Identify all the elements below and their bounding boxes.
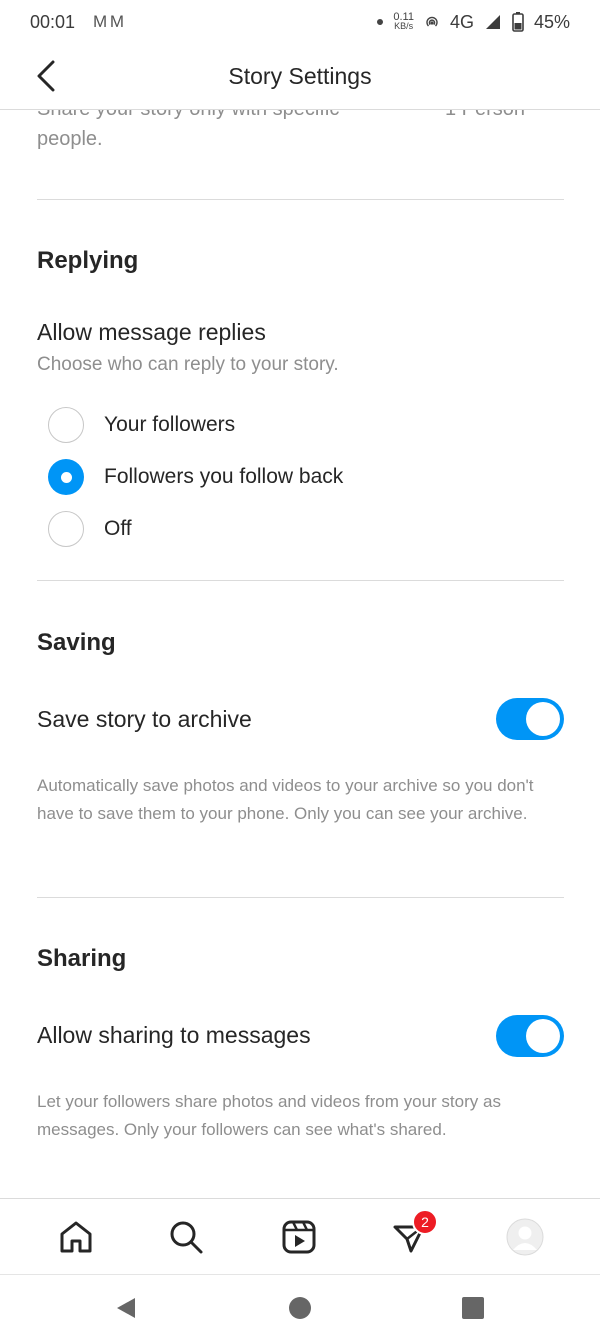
reels-icon	[282, 1220, 316, 1254]
radio-label: Your followers	[104, 413, 236, 436]
profile-avatar	[506, 1218, 544, 1256]
previous-setting-desc-tail: people.	[37, 128, 103, 150]
radio-label: Off	[104, 517, 132, 540]
toggle-knob	[526, 702, 560, 736]
allow-message-replies-title: Allow message replies	[37, 319, 266, 345]
home-icon	[60, 1221, 92, 1253]
nav-home[interactable]	[56, 1217, 96, 1257]
toggle-knob	[526, 1019, 560, 1053]
radio-label: Followers you follow back	[104, 465, 344, 488]
radio-button[interactable]	[48, 511, 84, 547]
allow-message-replies-subtitle: Choose who can reply to your story.	[37, 354, 339, 375]
square-recents-icon	[462, 1297, 484, 1319]
system-recents-button[interactable]	[460, 1295, 486, 1321]
status-bar: 00:01 M M 0.11 KB/s 4G 45%	[0, 0, 600, 44]
allow-sharing-description: Let your followers share photos and vide…	[37, 1092, 501, 1139]
hotspot-icon	[426, 16, 438, 27]
divider	[37, 580, 564, 581]
radio-button[interactable]	[48, 407, 84, 443]
circle-home-icon	[289, 1297, 311, 1319]
battery-level: 45%	[533, 11, 570, 32]
radio-button-selected[interactable]	[48, 459, 84, 495]
triangle-back-icon	[117, 1298, 135, 1318]
gmail-notification-icon: M M	[93, 12, 124, 31]
radio-option-followers-you-follow-back[interactable]: Followers you follow back	[48, 457, 343, 497]
notification-dot-icon	[377, 19, 384, 25]
system-back-button[interactable]	[113, 1295, 139, 1321]
previous-setting-desc-clipped: Share your story only with specific	[37, 110, 339, 121]
section-title-replying: Replying	[37, 247, 139, 274]
network-speed-unit: KB/s	[394, 21, 414, 31]
network-type: 4G	[449, 11, 474, 32]
radio-option-off[interactable]: Off	[48, 509, 132, 549]
nav-reels[interactable]	[279, 1217, 319, 1257]
allow-sharing-to-messages-title: Allow sharing to messages	[37, 1022, 311, 1048]
signal-icon	[485, 15, 500, 29]
nav-profile[interactable]	[505, 1217, 545, 1257]
section-title-sharing: Sharing	[37, 945, 127, 972]
system-navigation-bar	[0, 1274, 600, 1338]
radio-option-your-followers[interactable]: Your followers	[48, 405, 235, 445]
status-time: 00:01	[30, 11, 76, 32]
search-icon	[170, 1221, 203, 1254]
save-to-archive-toggle[interactable]	[496, 698, 564, 740]
bottom-navigation-bar: 2	[0, 1198, 600, 1274]
page-title: Story Settings	[228, 63, 372, 89]
allow-sharing-toggle[interactable]	[496, 1015, 564, 1057]
save-story-to-archive-title: Save story to archive	[37, 706, 252, 732]
divider	[37, 897, 564, 898]
battery-icon	[512, 12, 524, 32]
divider	[37, 199, 564, 200]
settings-content[interactable]: Share your story only with specific 1 Pe…	[0, 110, 600, 1198]
previous-setting-value-clipped[interactable]: 1 Person	[445, 110, 525, 121]
app-header: Story Settings	[0, 44, 600, 110]
notification-badge: 2	[412, 1209, 438, 1235]
nav-search[interactable]	[166, 1217, 206, 1257]
section-title-saving: Saving	[37, 629, 116, 656]
save-to-archive-description: Automatically save photos and videos to …	[37, 776, 534, 823]
system-home-button[interactable]	[287, 1295, 313, 1321]
network-speed: 0.11 KB/s	[393, 12, 414, 31]
